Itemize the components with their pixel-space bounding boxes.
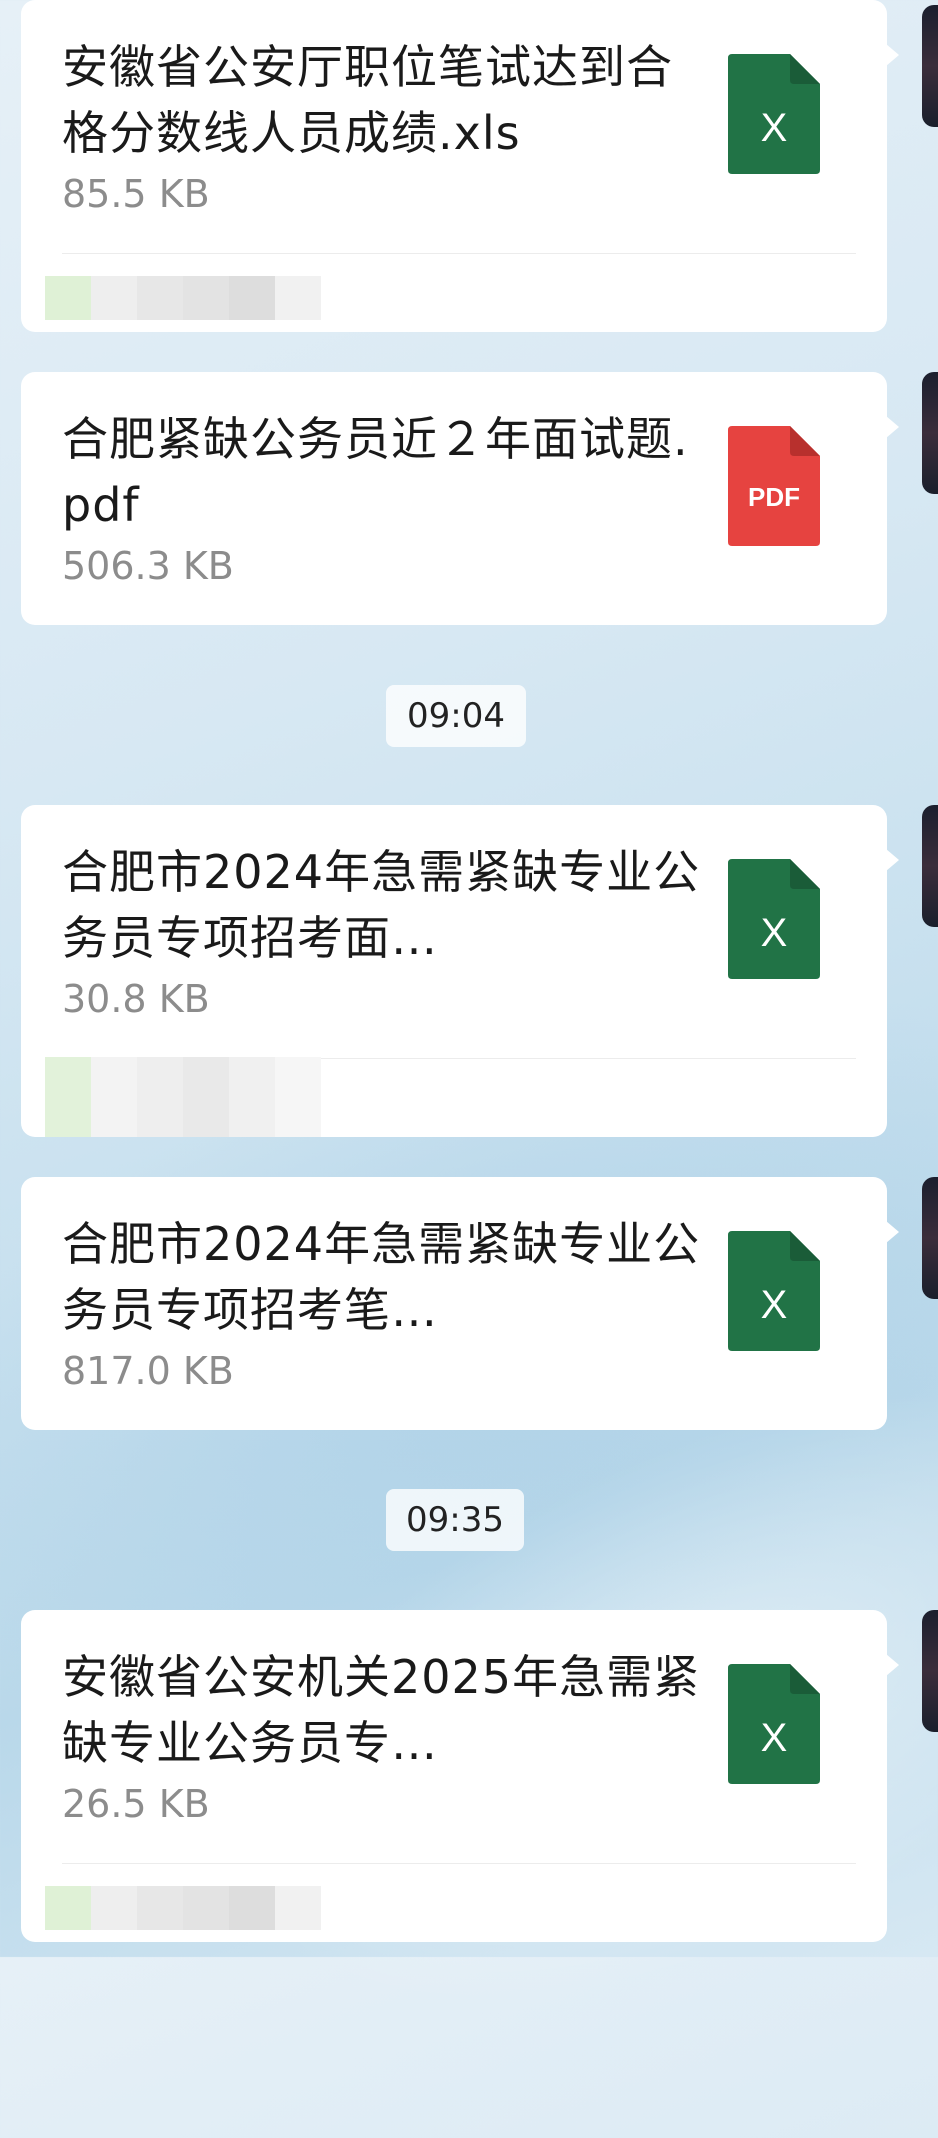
bubble-tail [886,849,899,871]
excel-file-icon: X [728,1231,820,1351]
timestamp: 09:35 [386,1489,524,1551]
source-avatar-blurred [45,1886,321,1930]
divider [62,1863,856,1864]
file-name: 合肥市2024年急需紧缺专业公务员专项招考面… [62,845,701,965]
file-size: 817.0 KB [62,1349,234,1393]
excel-file-icon: X [728,1664,820,1784]
bubble-tail [886,1654,899,1676]
file-size: 506.3 KB [62,544,234,588]
divider [62,253,856,254]
file-message[interactable]: 合肥紧缺公务员近２年面试题.pdf 506.3 KB PDF [21,372,899,625]
bubble-tail [886,1221,899,1243]
bubble-tail [886,416,899,438]
excel-file-icon: X [728,54,820,174]
file-message[interactable]: 合肥市2024年急需紧缺专业公务员专项招考笔… 817.0 KB X [21,1177,899,1430]
excel-icon-label: X [761,911,788,955]
source-avatar-blurred [45,1057,321,1137]
sender-avatar[interactable] [922,5,938,127]
sender-avatar[interactable] [922,372,938,494]
file-size: 85.5 KB [62,172,210,216]
pdf-file-icon: PDF [728,426,820,546]
excel-icon-label: X [761,1283,788,1327]
file-message[interactable]: 安徽省公安机关2025年急需紧缺专业公务员专… 26.5 KB X [21,1610,899,1942]
file-message[interactable]: 合肥市2024年急需紧缺专业公务员专项招考面… 30.8 KB X [21,805,899,1137]
excel-icon-label: X [761,106,788,150]
file-size: 26.5 KB [62,1782,210,1826]
bubble-tail [886,44,899,66]
excel-icon-label: X [761,1716,788,1760]
source-avatar-blurred [45,276,321,320]
pdf-icon-label: PDF [748,482,800,512]
sender-avatar[interactable] [922,805,938,927]
file-name: 合肥市2024年急需紧缺专业公务员专项招考笔… [62,1217,701,1337]
excel-file-icon: X [728,859,820,979]
file-name: 安徽省公安机关2025年急需紧缺专业公务员专… [62,1650,701,1770]
file-message[interactable]: 安徽省公安厅职位笔试达到合格分数线人员成绩.xls 85.5 KB X [21,0,899,332]
sender-avatar[interactable] [922,1177,938,1299]
sender-avatar[interactable] [922,1610,938,1732]
timestamp: 09:04 [386,685,526,747]
file-name: 合肥紧缺公务员近２年面试题.pdf [62,412,689,532]
file-size: 30.8 KB [62,977,210,1021]
file-name: 安徽省公安厅职位笔试达到合格分数线人员成绩.xls [62,40,673,160]
